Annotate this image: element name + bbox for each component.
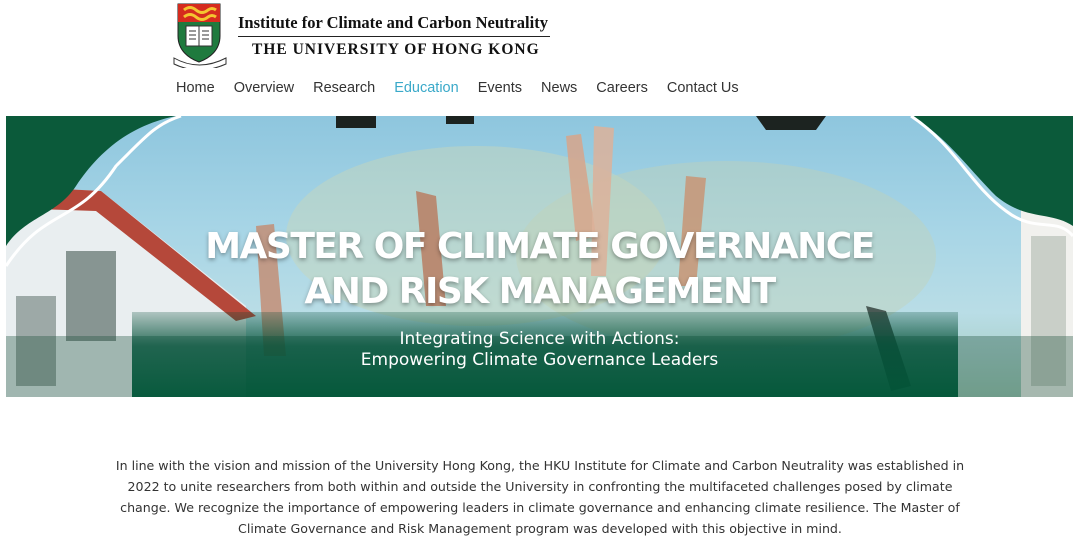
nav-contact-us[interactable]: Contact Us: [667, 80, 739, 96]
hero-banner: MASTER OF CLIMATE GOVERNANCE AND RISK MA…: [6, 116, 1073, 397]
hero-subtitle-line-2: Empowering Climate Governance Leaders: [360, 350, 719, 370]
hero-subtitle-line-1: Integrating Science with Actions:: [399, 329, 680, 349]
nav-education[interactable]: Education: [394, 80, 459, 96]
nav-events[interactable]: Events: [478, 80, 522, 96]
brand-divider: [238, 36, 550, 37]
hero-subtitle: Integrating Science with Actions: Empowe…: [6, 329, 1073, 371]
nav-news[interactable]: News: [541, 80, 577, 96]
nav-home[interactable]: Home: [176, 80, 215, 96]
brand-text: Institute for Climate and Carbon Neutral…: [238, 13, 550, 59]
intro-paragraph: In line with the vision and mission of t…: [115, 458, 965, 536]
site-header: Institute for Climate and Carbon Neutral…: [0, 0, 1080, 112]
nav-overview[interactable]: Overview: [234, 80, 294, 96]
site-logo[interactable]: Institute for Climate and Carbon Neutral…: [172, 2, 550, 71]
hero-title-line-2: AND RISK MANAGEMENT: [304, 271, 776, 312]
hero-title: MASTER OF CLIMATE GOVERNANCE AND RISK MA…: [6, 224, 1073, 314]
nav-careers[interactable]: Careers: [596, 80, 648, 96]
university-name: THE UNIVERSITY OF HONG KONG: [252, 41, 540, 58]
main-nav: Home Overview Research Education Events …: [176, 80, 758, 96]
hku-crest-icon: [172, 2, 232, 71]
nav-research[interactable]: Research: [313, 80, 375, 96]
hero-title-line-1: MASTER OF CLIMATE GOVERNANCE: [205, 226, 875, 267]
institute-name: Institute for Climate and Carbon Neutral…: [238, 13, 548, 32]
